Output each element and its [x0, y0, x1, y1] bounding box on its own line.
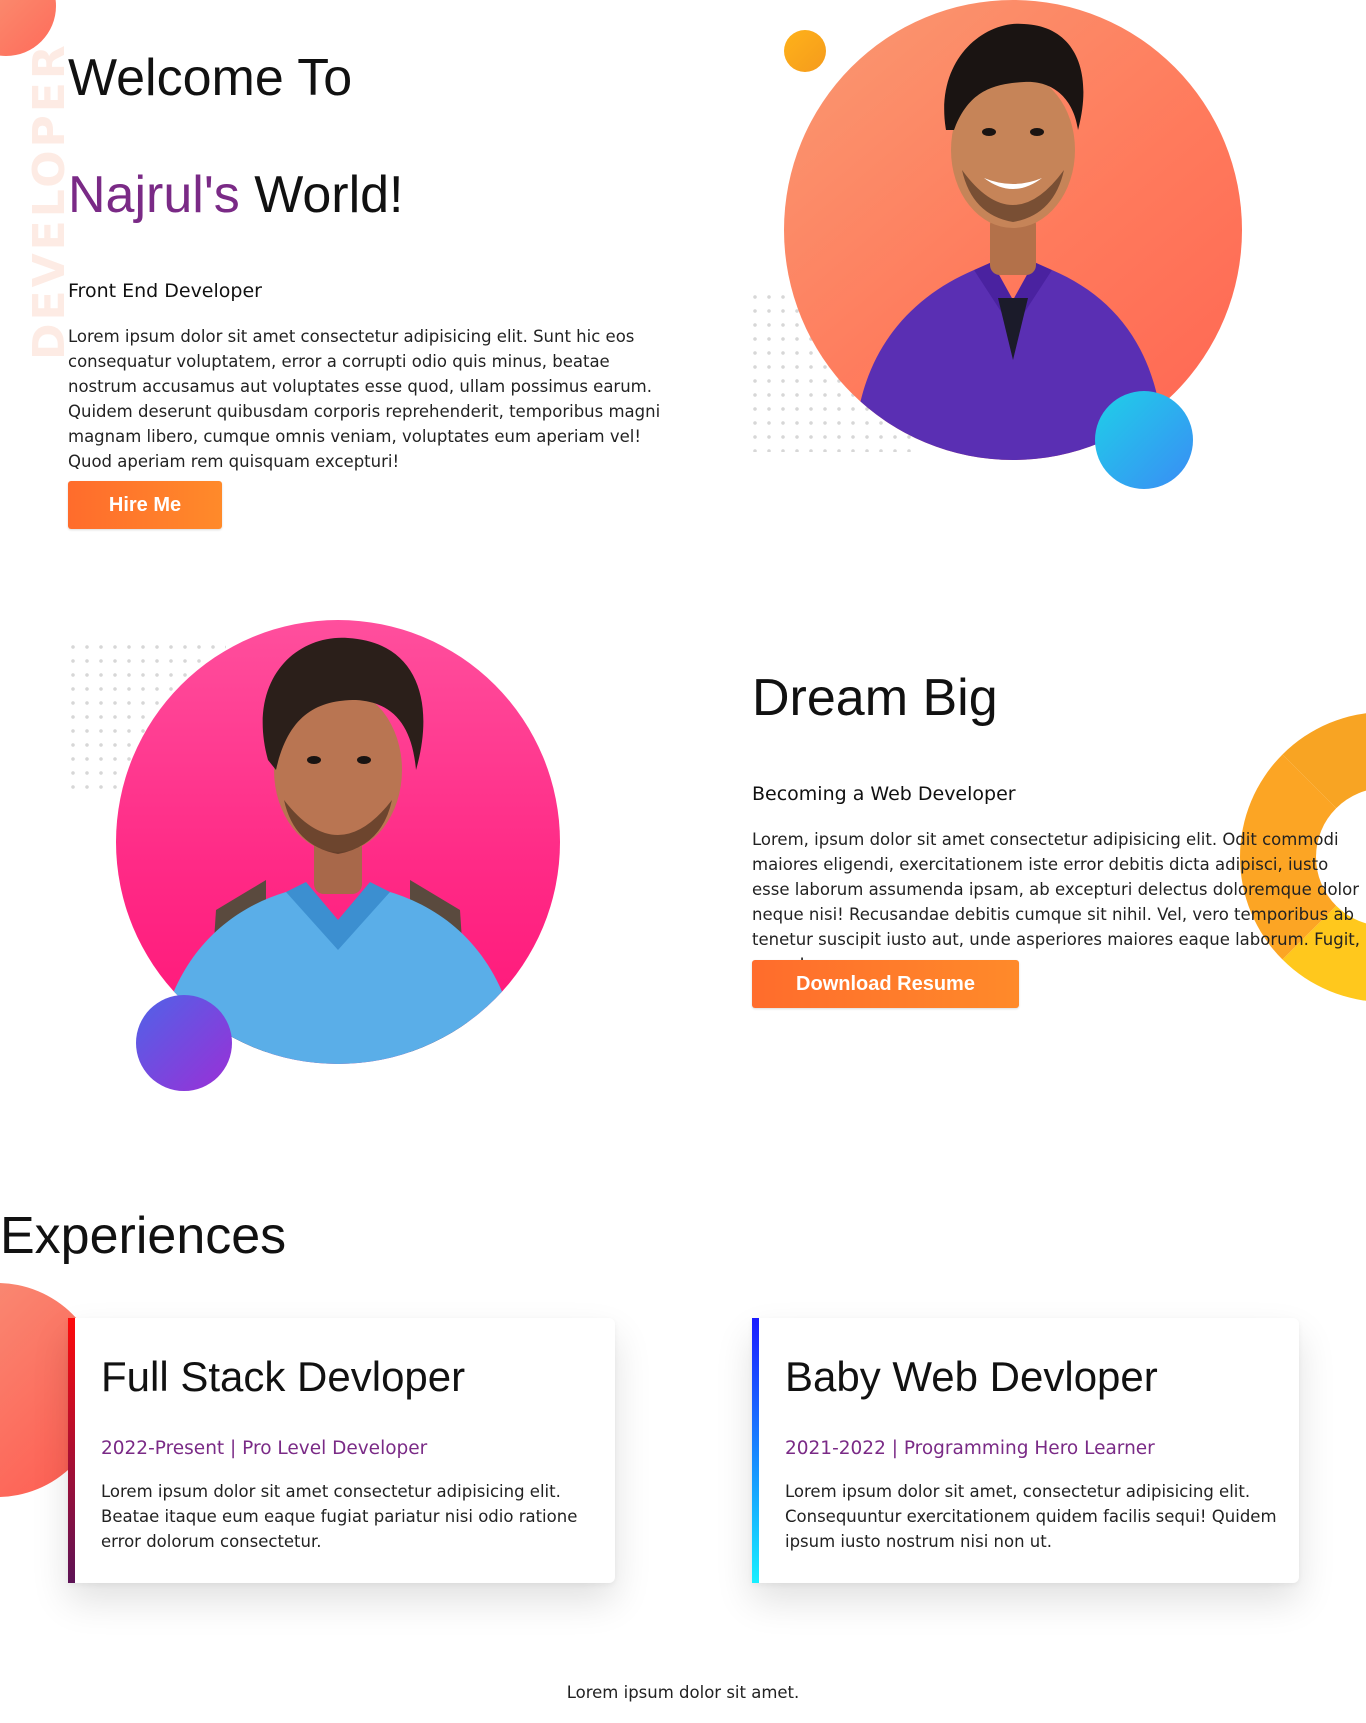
experience-description: Lorem ipsum dolor sit amet, consectetur …	[785, 1482, 1277, 1551]
dream-subtitle: Becoming a Web Developer	[752, 783, 1016, 805]
portfolio-page: DEVELOPER Welcome To Najrul's World! Fro…	[0, 0, 1366, 1723]
experiences-title: Experiences	[0, 1207, 287, 1265]
footer-text: Lorem ipsum dolor sit amet.	[566, 1683, 800, 1702]
hero-name-suffix: World!	[254, 166, 404, 224]
decorative-dot-cyan	[1095, 391, 1193, 489]
hero-description: Lorem ipsum dolor sit amet consectetur a…	[68, 327, 661, 471]
experience-card: Full Stack Devloper 2022-Present | Pro L…	[68, 1318, 615, 1583]
dream-title: Dream Big	[752, 669, 998, 727]
experience-description: Lorem ipsum dolor sit amet consectetur a…	[101, 1482, 578, 1551]
experience-title: Baby Web Devloper	[785, 1353, 1158, 1400]
person-purple-shirt-illustration	[854, 23, 1164, 460]
hero-title: Welcome To	[68, 49, 353, 107]
experience-title: Full Stack Devloper	[101, 1353, 466, 1400]
hero-name: Najrul's	[68, 166, 240, 224]
decorative-dot-purple	[136, 995, 232, 1091]
experience-period: 2021-2022 | Programming Hero Learner	[785, 1438, 1155, 1459]
experience-card: Baby Web Devloper 2021-2022 | Programmin…	[752, 1318, 1299, 1583]
hero-role: Front End Developer	[68, 280, 262, 302]
download-resume-button[interactable]: Download Resume	[752, 960, 1019, 1008]
hero-name-line: Najrul's World!	[68, 165, 404, 225]
hero-portrait-photo	[784, 0, 1242, 460]
experience-period: 2022-Present | Pro Level Developer	[101, 1438, 428, 1459]
dream-description: Lorem, ipsum dolor sit amet consectetur …	[752, 830, 1360, 974]
hire-me-button[interactable]: Hire Me	[68, 481, 222, 529]
